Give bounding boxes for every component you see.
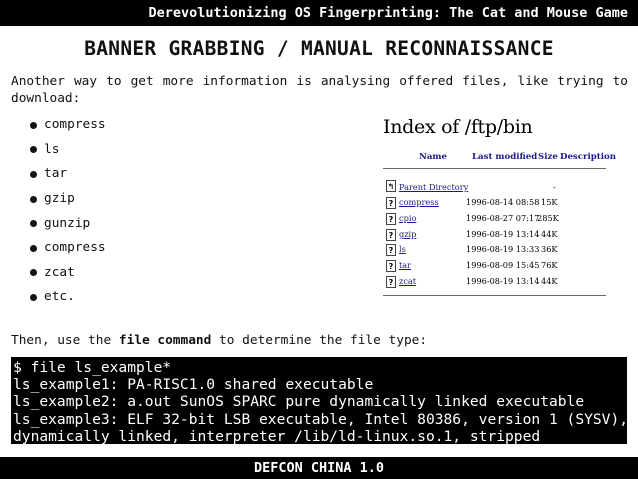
- terminal-line: dynamically linked, interpreter /lib/ld-…: [13, 427, 541, 445]
- file-modified: 1996-08-27 07:17: [466, 213, 540, 223]
- file-modified: 1996-08-09 15:45: [466, 260, 540, 270]
- bullet-icon: [30, 244, 37, 252]
- list-item-label: tar: [44, 166, 68, 182]
- file-link[interactable]: ls: [399, 244, 406, 254]
- terminal-line: $ file ls_example*: [13, 359, 172, 376]
- list-item: gunzip: [30, 211, 106, 236]
- list-item: ls: [30, 138, 106, 163]
- instruction-suffix: to determine the file type:: [211, 333, 428, 348]
- file-list: compress ls tar gzip gunzip compress zca…: [30, 113, 106, 310]
- list-item-label: gzip: [44, 191, 75, 207]
- file-link[interactable]: gzip: [399, 229, 416, 239]
- table-row: ? ls 1996-08-19 13:33 36K: [383, 241, 609, 256]
- divider: [383, 168, 606, 169]
- file-size: 76K: [541, 260, 558, 270]
- bullet-icon: [30, 170, 37, 178]
- bullet-icon: [30, 146, 37, 154]
- footer-bar: DEFCON CHINA 1.0: [0, 457, 638, 479]
- bullet-icon: [30, 220, 37, 228]
- table-row: ? compress 1996-08-14 08:58 15K: [383, 194, 609, 209]
- file-size: 44K: [541, 276, 558, 286]
- parent-directory-link[interactable]: Parent Directory: [399, 182, 468, 192]
- file-link[interactable]: zcat: [399, 276, 416, 286]
- column-size-header[interactable]: Size: [538, 152, 558, 162]
- list-item: compress: [30, 236, 106, 261]
- instruction-emphasis: file command: [118, 333, 212, 348]
- table-row: ↰ Parent Directory -: [383, 179, 609, 194]
- bullet-icon: [30, 269, 37, 277]
- file-size: 15K: [541, 197, 558, 207]
- file-size: 44K: [541, 229, 558, 239]
- column-description-header[interactable]: Description: [560, 152, 616, 162]
- instruction-text: Then, use the file command to determine …: [11, 333, 427, 348]
- ftp-index-screenshot: Index of /ftp/bin Name Last modified Siz…: [383, 114, 616, 298]
- list-item-label: ls: [44, 141, 60, 157]
- column-name-header[interactable]: Name: [419, 152, 447, 162]
- list-item: zcat: [30, 261, 106, 286]
- file-modified: 1996-08-14 08:58: [466, 197, 540, 207]
- unknown-file-icon: ?: [386, 229, 396, 241]
- bullet-icon: [30, 195, 37, 203]
- file-modified: 1996-08-19 13:14: [466, 276, 540, 286]
- list-item-label: gunzip: [44, 215, 91, 231]
- parent-size: -: [553, 182, 556, 192]
- list-item: tar: [30, 162, 106, 187]
- terminal-line: ls_example2: a.out SunOS SPARC pure dyna…: [13, 393, 585, 411]
- file-modified: 1996-08-19 13:33: [466, 244, 540, 254]
- table-row: ? gzip 1996-08-19 13:14 44K: [383, 226, 609, 241]
- list-item-label: zcat: [44, 264, 75, 280]
- file-link[interactable]: cpio: [399, 213, 416, 223]
- bullet-icon: [30, 121, 37, 129]
- bullet-icon: [30, 293, 37, 301]
- list-item-label: etc.: [44, 289, 75, 305]
- terminal-output: $ file ls_example* ls_example1: PA-RISC1.…: [11, 357, 629, 445]
- file-modified: 1996-08-19 13:14: [466, 229, 540, 239]
- list-item-label: compress: [44, 240, 106, 256]
- file-size: 36K: [541, 244, 558, 254]
- list-item: etc.: [30, 285, 106, 310]
- list-item-label: compress: [44, 117, 106, 133]
- unknown-file-icon: ?: [386, 260, 396, 272]
- file-link[interactable]: compress: [399, 197, 439, 207]
- list-item: gzip: [30, 187, 106, 212]
- table-row: ? cpio 1996-08-27 07:17 285K: [383, 210, 609, 225]
- file-size: 285K: [537, 213, 559, 223]
- file-link[interactable]: tar: [399, 260, 411, 270]
- unknown-file-icon: ?: [386, 213, 396, 225]
- column-modified-header[interactable]: Last modified: [472, 152, 537, 162]
- slide-heading: BANNER GRABBING / MANUAL RECONNAISSANCE: [84, 37, 554, 60]
- table-row: ? tar 1996-08-09 15:45 76K: [383, 257, 609, 272]
- unknown-file-icon: ?: [386, 276, 396, 288]
- footer-text: DEFCON CHINA 1.0: [253, 460, 385, 476]
- unknown-file-icon: ?: [386, 244, 396, 256]
- presentation-title: Derevolutionizing OS Fingerprinting: The…: [148, 5, 628, 21]
- unknown-file-icon: ?: [386, 197, 396, 209]
- instruction-prefix: Then, use the: [11, 333, 119, 348]
- ftp-index-title: Index of /ftp/bin: [383, 116, 533, 138]
- intro-text: Another way to get more information is a…: [11, 74, 628, 106]
- list-item: compress: [30, 113, 106, 138]
- terminal-line: ls_example3: ELF 32-bit LSB executable, …: [13, 410, 629, 428]
- table-row: ? zcat 1996-08-19 13:14 44K: [383, 273, 609, 288]
- parent-folder-icon: ↰: [386, 180, 396, 192]
- terminal-line: ls_example1: PA-RISC1.0 shared executabl…: [13, 376, 374, 394]
- header-bar: Derevolutionizing OS Fingerprinting: The…: [0, 0, 638, 26]
- divider: [383, 295, 606, 296]
